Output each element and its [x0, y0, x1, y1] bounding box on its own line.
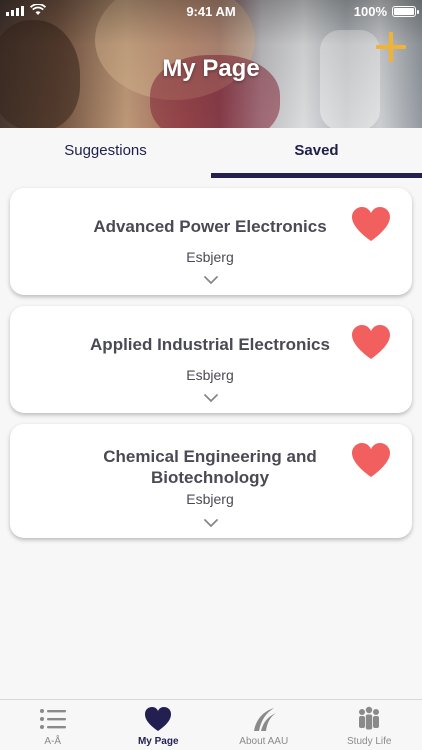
program-title: Applied Industrial Electronics	[90, 335, 330, 354]
heart-icon	[145, 707, 172, 731]
header-banner: 9:41 AM 100% My Page	[0, 0, 422, 128]
battery-icon	[392, 6, 419, 17]
nav-my-page[interactable]: My Page	[106, 700, 212, 750]
program-location: Esbjerg	[186, 491, 234, 507]
tab-suggestions[interactable]: Suggestions	[0, 128, 211, 178]
chevron-down-icon[interactable]	[204, 275, 218, 285]
battery-percent: 100%	[353, 4, 387, 19]
tab-bar: Suggestions Saved	[0, 128, 422, 178]
add-button[interactable]	[376, 32, 406, 62]
aau-logo-icon	[253, 708, 276, 731]
program-card[interactable]: Chemical Engineering and Biotechnology E…	[10, 424, 412, 538]
heart-icon[interactable]	[352, 325, 390, 361]
chevron-down-icon[interactable]	[204, 518, 218, 528]
heart-icon[interactable]	[352, 443, 390, 479]
heart-icon[interactable]	[352, 207, 390, 243]
nav-label: A-Å	[44, 736, 62, 747]
nav-about-aau[interactable]: About AAU	[211, 700, 317, 750]
nav-a-aa[interactable]: A-Å	[0, 700, 106, 750]
status-bar: 9:41 AM 100%	[0, 0, 422, 22]
nav-label: About AAU	[239, 736, 289, 747]
bottom-nav: A-Å My Page About AAU Study Life	[0, 699, 422, 750]
program-location: Esbjerg	[186, 249, 234, 265]
saved-list: Advanced Power Electronics Esbjerg Appli…	[10, 188, 412, 549]
program-title: Chemical Engineering and Biotechnology	[70, 446, 350, 488]
program-title-line: Chemical Engineering and	[103, 447, 317, 466]
chevron-down-icon[interactable]	[204, 393, 218, 403]
tab-saved[interactable]: Saved	[211, 128, 422, 178]
page-title: My Page	[162, 55, 260, 82]
program-location: Esbjerg	[186, 367, 234, 383]
program-card[interactable]: Advanced Power Electronics Esbjerg	[10, 188, 412, 295]
list-icon	[39, 709, 66, 729]
program-title-line: Biotechnology	[150, 468, 270, 487]
nav-study-life[interactable]: Study Life	[317, 700, 422, 750]
program-card[interactable]: Applied Industrial Electronics Esbjerg	[10, 306, 412, 413]
nav-label: My Page	[137, 736, 179, 747]
nav-label: Study Life	[347, 736, 392, 747]
people-icon	[359, 706, 380, 730]
program-title: Advanced Power Electronics	[93, 217, 327, 236]
